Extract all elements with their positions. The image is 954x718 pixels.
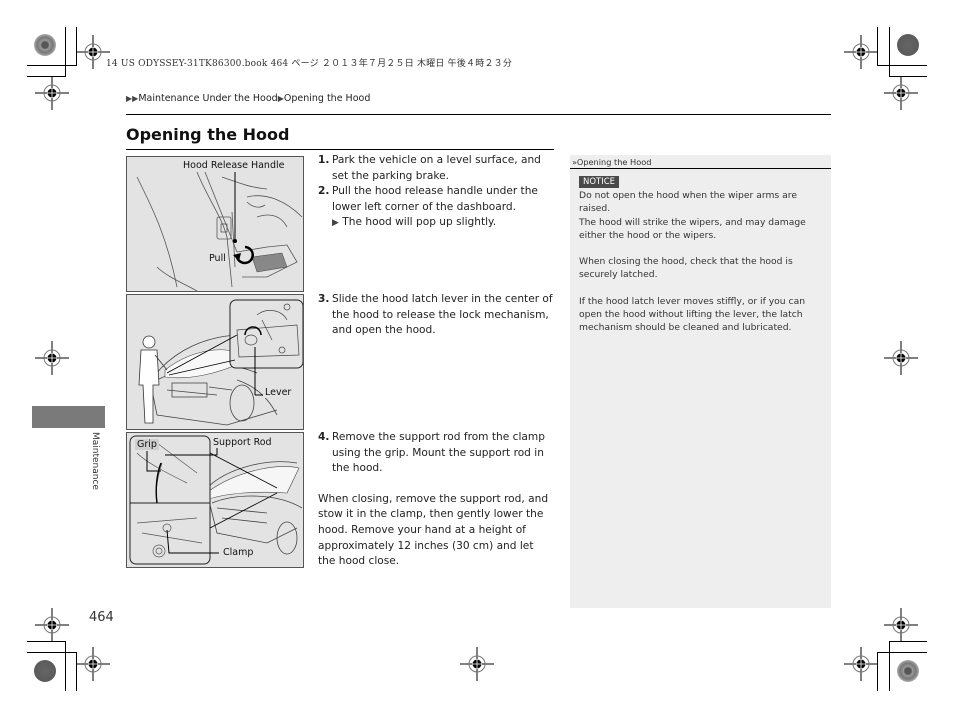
side-note-paragraph: When closing the hood, check that the ho… <box>579 256 793 281</box>
registration-mark-icon <box>75 34 111 70</box>
step-text: Pull the hood release handle under the l… <box>332 185 538 213</box>
breadcrumb-item[interactable]: Maintenance Under the Hood <box>138 93 277 104</box>
side-note-paragraph: The hood will strike the wipers, and may… <box>579 216 806 241</box>
closing-instructions: When closing, remove the support rod, an… <box>318 492 549 568</box>
step-item: 1. Park the vehicle on a level surface, … <box>318 153 554 184</box>
page-number: 464 <box>89 610 114 625</box>
step-text: Slide the hood latch lever in the center… <box>332 293 553 337</box>
step-item: 4. Remove the support rod from the clamp… <box>318 430 554 477</box>
step-item: 3. Slide the hood latch lever in the cen… <box>318 292 554 339</box>
side-note-paragraph: Do not open the hood when the wiper arms… <box>579 190 797 215</box>
steps-group-1: 1. Park the vehicle on a level surface, … <box>318 153 554 232</box>
header-divider <box>126 114 831 115</box>
support-rod-illustration <box>129 435 303 565</box>
pull-label: Pull <box>207 253 228 264</box>
hood-release-illustration <box>136 171 303 291</box>
step-result-text: The hood will pop up slightly. <box>342 216 497 229</box>
side-note-panel: »Opening the Hood NOTICE Do not open the… <box>570 155 831 608</box>
section-tab[interactable] <box>32 406 105 428</box>
step-number: 4. <box>318 431 330 443</box>
side-note-heading: »Opening the Hood <box>570 155 831 169</box>
registration-mark-icon <box>75 646 111 682</box>
registration-mark-icon <box>34 340 70 376</box>
steps-group-3: 4. Remove the support rod from the clamp… <box>318 430 554 570</box>
clamp-label: Clamp <box>221 547 256 558</box>
lever-label: Lever <box>263 387 294 398</box>
section-tab-label: Maintenance <box>90 432 100 490</box>
side-note-body: NOTICE Do not open the hood when the wip… <box>579 175 824 335</box>
breadcrumb-item: Opening the Hood <box>283 93 371 104</box>
registration-mark-icon <box>843 34 879 70</box>
hood-release-handle-figure: Hood Release Handle Pull <box>126 156 304 292</box>
registration-mark-icon <box>843 646 879 682</box>
page-title: Opening the Hood <box>126 125 290 144</box>
hood-release-handle-label: Hood Release Handle <box>181 160 287 171</box>
step-result: ▶ The hood will pop up slightly. <box>332 215 554 232</box>
registration-mark-icon <box>34 75 70 111</box>
support-rod-label: Support Rod <box>211 437 274 448</box>
steps-group-2: 3. Slide the hood latch lever in the cen… <box>318 292 554 339</box>
registration-mark-icon <box>459 646 495 682</box>
notice-badge: NOTICE <box>579 176 620 188</box>
step-number: 2. <box>318 185 330 198</box>
grip-label: Grip <box>135 439 159 450</box>
registration-mark-icon <box>883 340 919 376</box>
breadcrumb: ▶▶Maintenance Under the Hood▶Opening the… <box>126 93 370 104</box>
step-text: Park the vehicle on a level surface, and… <box>332 154 541 182</box>
side-note-paragraph: If the hood latch lever moves stiffly, o… <box>579 295 806 334</box>
step-item: 2. Pull the hood release handle under th… <box>318 184 554 232</box>
support-rod-figure: Grip Support Rod Clamp <box>126 432 304 568</box>
hood-latch-lever-figure: Lever <box>126 294 304 430</box>
registration-mark-icon <box>883 607 919 643</box>
step-number: 3. <box>318 293 330 305</box>
result-arrow-icon: ▶ <box>332 218 339 229</box>
registration-mark-icon <box>34 607 70 643</box>
print-header: 14 US ODYSSEY-31TK86300.book 464 ページ ２０１… <box>106 59 513 69</box>
step-number: 1. <box>318 154 330 166</box>
title-divider <box>126 149 554 150</box>
side-note-title[interactable]: Opening the Hood <box>577 157 652 167</box>
step-text: Remove the support rod from the clamp us… <box>332 431 545 475</box>
registration-mark-icon <box>883 75 919 111</box>
hood-latch-illustration <box>138 299 303 426</box>
